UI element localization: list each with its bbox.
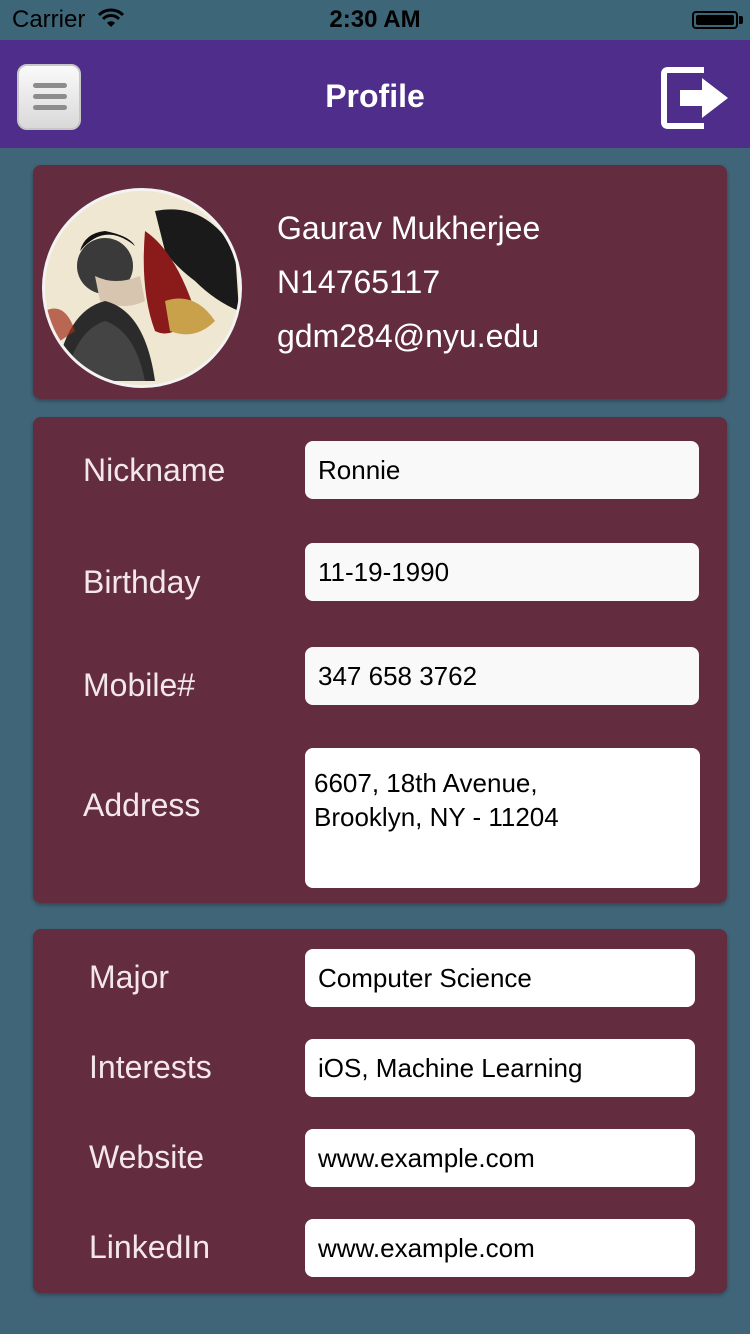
linkedin-label: LinkedIn bbox=[89, 1229, 210, 1265]
address-label: Address bbox=[83, 787, 201, 823]
nickname-field[interactable]: Ronnie bbox=[305, 441, 699, 499]
linkedin-field[interactable]: www.example.com bbox=[305, 1219, 695, 1277]
nickname-value: Ronnie bbox=[318, 454, 401, 485]
mobile-value: 347 658 3762 bbox=[318, 660, 478, 691]
linkedin-value: www.example.com bbox=[318, 1232, 535, 1263]
logout-button[interactable] bbox=[660, 64, 732, 132]
address-textarea[interactable]: 6607, 18th Avenue, Brooklyn, NY - 11204 bbox=[305, 748, 700, 888]
interests-field[interactable]: iOS, Machine Learning bbox=[305, 1039, 695, 1097]
birthday-value: 11-19-1990 bbox=[318, 556, 450, 587]
major-label: Major bbox=[89, 959, 170, 995]
website-label: Website bbox=[89, 1139, 205, 1175]
website-value: www.example.com bbox=[318, 1142, 535, 1173]
profile-email: gdm284@nyu.edu bbox=[277, 318, 539, 354]
mobile-label: Mobile# bbox=[83, 667, 196, 703]
birthday-field[interactable]: 11-19-1990 bbox=[305, 543, 699, 601]
page-title: Profile bbox=[325, 78, 425, 114]
address-line-1: 6607, 18th Avenue, bbox=[314, 768, 538, 798]
battery-icon bbox=[692, 11, 738, 29]
mobile-field[interactable]: 347 658 3762 bbox=[305, 647, 699, 705]
avatar-image bbox=[45, 191, 239, 385]
navigation-bar: Profile bbox=[0, 40, 750, 148]
status-bar: Carrier 2:30 AM bbox=[0, 0, 750, 40]
website-field[interactable]: www.example.com bbox=[305, 1129, 695, 1187]
battery-tip bbox=[739, 16, 743, 24]
nickname-label: Nickname bbox=[83, 452, 226, 488]
birthday-label: Birthday bbox=[83, 564, 201, 600]
logout-arrow-icon bbox=[661, 67, 728, 129]
profile-id: N14765117 bbox=[277, 264, 441, 300]
major-value: Computer Science bbox=[318, 962, 532, 993]
interests-label: Interests bbox=[89, 1049, 212, 1085]
profile-name: Gaurav Mukherjee bbox=[277, 210, 541, 246]
address-line-2: Brooklyn, NY - 11204 bbox=[314, 802, 559, 832]
interests-value: iOS, Machine Learning bbox=[318, 1052, 583, 1083]
major-field[interactable]: Computer Science bbox=[305, 949, 695, 1007]
avatar[interactable] bbox=[42, 188, 242, 388]
clock: 2:30 AM bbox=[329, 6, 421, 33]
